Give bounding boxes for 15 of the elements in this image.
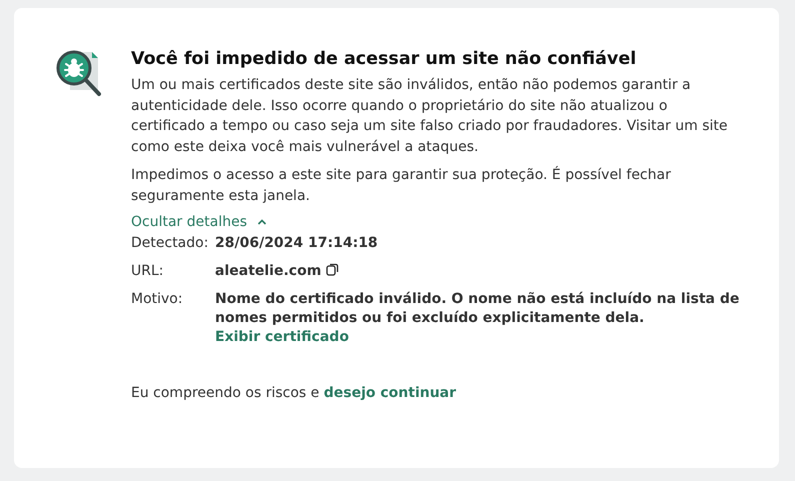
message-text: Um ou mais certificados deste site são inválidos, então não podemos garantir a autenticidade dele. Isso ocorre quando o proprietário do site não atualizou o certificado a tempo ou caso seja um site falso criado por fraudadores. Visitar um site como este deixa você mais vulnerável a ataques.: [131, 76, 728, 156]
copy-icon[interactable]: [326, 263, 340, 276]
continue-text: Eu compreendo os riscos e desejo continuar: [131, 385, 458, 401]
continue-link[interactable]: desejo continuar: [324, 385, 456, 401]
detail-value: Nome do certificado inválido. O nome não está incluído na lista de nomes permitidos ou foi excluído explicitamente dela.: [215, 291, 740, 326]
chevron-icon: [257, 218, 267, 226]
hide-details-link[interactable]: Ocultar detalhes: [131, 214, 267, 230]
dialog-title: Você foi impedido de acessar um site não confiável: [131, 49, 638, 69]
detail-value: 28/06/2024 17:14:18: [215, 235, 378, 251]
detail-label: Motivo:: [131, 290, 184, 309]
message-text: Impedimos o acesso a este site para garantir sua proteção. É possível fechar seguramente esta janela.: [131, 165, 672, 206]
view-certificate-link[interactable]: Exibir certificado: [215, 328, 349, 347]
detail-value: aleatelie.com: [215, 263, 322, 279]
detail-label: URL:: [131, 262, 164, 281]
detail-label: Detectado:: [131, 234, 210, 253]
